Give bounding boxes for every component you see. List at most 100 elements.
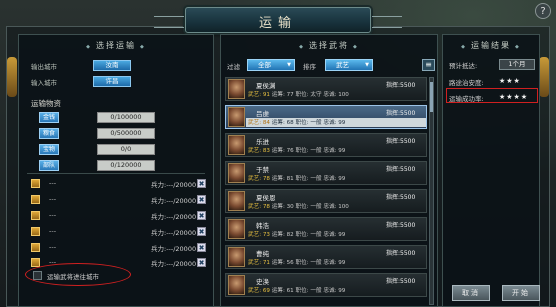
remove-slot-icon[interactable]: ✖ [197, 195, 206, 204]
slot-general-name: --- [49, 195, 57, 203]
general-slot[interactable]: --- 兵力:---/20000 ✖ [31, 178, 207, 190]
strategy-stat: 运筹: 30 [271, 204, 294, 210]
command-label: 指挥: [386, 166, 401, 173]
general-name: 于禁 [256, 166, 269, 174]
target-city-button[interactable]: 许昌 [93, 76, 131, 87]
dialog-title-bar: 运输 [154, 7, 402, 33]
resource-row-treasure[interactable]: 宝物 0/0 [39, 144, 155, 156]
command-value: 5500 [400, 110, 416, 117]
resource-row-gold[interactable]: 金钱 0/100000 [39, 112, 155, 124]
safety-label: 路途治安度: [449, 79, 484, 87]
resource-amount-field[interactable]: 0/120000 [97, 160, 155, 171]
frame-ornament-right [539, 57, 549, 97]
slot-general-name: --- [49, 211, 57, 219]
loyalty-stat: 忠诚: 100 [323, 204, 349, 210]
remove-slot-icon[interactable]: ✖ [197, 258, 206, 267]
general-stats: 武艺: 84 运筹: 68 职位: 一般 忠诚: 99 [246, 118, 426, 127]
general-portrait [228, 247, 245, 267]
resource-amount-field[interactable]: 0/0 [97, 144, 155, 155]
loyalty-stat: 忠诚: 99 [323, 148, 346, 154]
transport-result-panel: 运输结果 预计抵达: 1个月 路途治安度: ★★★ 运输成功率: ★★★★ [442, 34, 540, 307]
general-stats: 武艺: 71 运筹: 56 职位: 一般 忠诚: 99 [246, 258, 426, 267]
resource-amount-field[interactable]: 0/100000 [97, 112, 155, 123]
slot-general-name: --- [49, 227, 57, 235]
start-button[interactable]: 开始 [502, 285, 540, 301]
command-value: 5500 [400, 138, 416, 145]
general-list: 夏侯渊 指挥:5500 武艺: 91 运筹: 77 职位: 太守 忠诚: 100… [225, 77, 427, 305]
transport-selection-panel: 选择运输 输出城市 汝南 输入城市 许昌 运输物资 金钱 0/100000 粮食… [18, 34, 214, 307]
cancel-button[interactable]: 取消 [452, 285, 490, 301]
martial-label: 武艺: [248, 232, 262, 238]
slot-marker-icon [31, 195, 40, 204]
loyalty-stat: 忠诚: 100 [323, 92, 349, 98]
command-value: 5500 [400, 250, 416, 257]
general-card[interactable]: 于禁 指挥:5500 武艺: 78 运筹: 81 职位: 一般 忠诚: 99 [225, 161, 427, 185]
filter-bar: 过滤 全部 ▼ 排序 武艺 ▼ ≡ [221, 59, 439, 73]
general-slot[interactable]: --- 兵力:---/20000 ✖ [31, 210, 207, 222]
command-label: 指挥: [386, 194, 401, 201]
remove-slot-icon[interactable]: ✖ [197, 227, 206, 236]
general-card[interactable]: 韩浩 指挥:5500 武艺: 73 运筹: 82 职位: 一般 忠诚: 99 [225, 217, 427, 241]
command-label: 指挥: [386, 138, 401, 145]
martial-label: 武艺: [248, 176, 262, 182]
general-slot[interactable]: --- 兵力:---/20000 ✖ [31, 194, 207, 206]
remove-slot-icon[interactable]: ✖ [197, 179, 206, 188]
help-button[interactable]: ? [535, 3, 551, 19]
general-command: 指挥:5500 [386, 248, 415, 257]
section-divider [27, 173, 205, 174]
general-name: 曹纯 [256, 250, 269, 258]
safety-stars: ★★★ [499, 77, 521, 85]
command-value: 5500 [400, 82, 416, 89]
filter-dropdown[interactable]: 全部 ▼ [247, 59, 295, 71]
slot-troops: 兵力:---/20000 [151, 213, 197, 221]
panel-title-result: 运输结果 [443, 40, 539, 51]
general-card[interactable]: 曹纯 指挥:5500 武艺: 71 运筹: 56 职位: 一般 忠诚: 99 [225, 245, 427, 269]
resource-amount-field[interactable]: 0/500000 [97, 128, 155, 139]
sort-dropdown[interactable]: 武艺 ▼ [325, 59, 373, 71]
remove-slot-icon[interactable]: ✖ [197, 211, 206, 220]
filter-value: 全部 [258, 61, 271, 69]
general-command: 指挥:5500 [386, 80, 415, 89]
dialog-title: 运输 [258, 16, 297, 31]
general-stats: 武艺: 73 运筹: 82 职位: 一般 忠诚: 99 [246, 230, 426, 239]
strategy-stat: 运筹: 77 [271, 92, 294, 98]
general-card[interactable]: 史涣 指挥:5500 武艺: 69 运筹: 61 职位: 一般 忠诚: 99 [225, 273, 427, 297]
remove-slot-icon[interactable]: ✖ [197, 243, 206, 252]
general-card[interactable]: 夏侯渊 指挥:5500 武艺: 91 运筹: 77 职位: 太守 忠诚: 100 [225, 77, 427, 101]
general-slot[interactable]: --- 兵力:---/20000 ✖ [31, 242, 207, 254]
general-name: 乐进 [256, 138, 269, 146]
sort-label: 排序 [303, 63, 316, 71]
source-city-button[interactable]: 汝南 [93, 60, 131, 71]
general-card[interactable]: 夏侯恩 指挥:5500 武艺: 78 运筹: 30 职位: 一般 忠诚: 100 [225, 189, 427, 213]
strategy-stat: 运筹: 68 [271, 120, 294, 126]
eta-row: 预计抵达: 1个月 [449, 59, 537, 72]
chevron-down-icon: ▼ [287, 62, 291, 68]
frame-ornament-left [7, 57, 17, 97]
list-view-icon[interactable]: ≡ [422, 59, 435, 71]
general-command: 指挥:5500 [386, 164, 415, 173]
position-stat: 职位: 太守 [295, 92, 322, 98]
general-card[interactable]: 吕虔 指挥:5500 武艺: 84 运筹: 68 职位: 一般 忠诚: 99 [225, 105, 427, 129]
general-stats: 武艺: 78 运筹: 81 职位: 一般 忠诚: 99 [246, 174, 426, 183]
source-city-row: 输出城市 汝南 [31, 60, 131, 72]
general-portrait [228, 79, 245, 99]
general-card[interactable]: 乐进 指挥:5500 武艺: 83 运筹: 76 职位: 一般 忠诚: 99 [225, 133, 427, 157]
resource-row-troops[interactable]: 部队 0/120000 [39, 160, 155, 172]
resource-tag: 金钱 [39, 112, 59, 123]
command-value: 5500 [400, 278, 416, 285]
slot-troops: 兵力:---/20000 [151, 260, 197, 268]
loyalty-stat: 忠诚: 99 [323, 288, 346, 294]
martial-label: 武艺: [248, 148, 262, 154]
general-stats: 武艺: 91 运筹: 77 职位: 太守 忠诚: 100 [246, 90, 426, 99]
command-value: 5500 [400, 166, 416, 173]
general-portrait [228, 163, 245, 183]
general-list-scrollbar[interactable] [429, 77, 434, 305]
eta-value: 1个月 [499, 59, 535, 70]
sort-value: 武艺 [336, 61, 349, 69]
martial-value: 69 [262, 288, 270, 294]
general-portrait [228, 275, 245, 295]
resource-row-food[interactable]: 粮食 0/500000 [39, 128, 155, 140]
scrollbar-thumb[interactable] [430, 82, 433, 112]
general-slot[interactable]: --- 兵力:---/20000 ✖ [31, 226, 207, 238]
loyalty-stat: 忠诚: 99 [323, 232, 346, 238]
